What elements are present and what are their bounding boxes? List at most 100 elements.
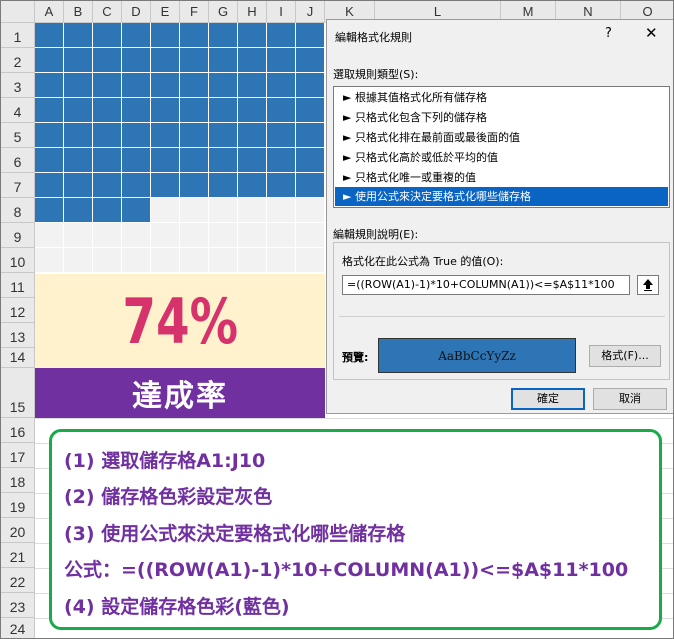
- waffle-cell-filled[interactable]: [238, 48, 267, 73]
- waffle-cell-empty[interactable]: [180, 248, 209, 273]
- waffle-cell-filled[interactable]: [122, 23, 151, 48]
- rule-type-item[interactable]: ► 只格式化唯一或重複的值: [335, 168, 668, 187]
- waffle-cell-empty[interactable]: [93, 223, 122, 248]
- waffle-cell-filled[interactable]: [180, 73, 209, 98]
- waffle-cell-filled[interactable]: [296, 98, 325, 123]
- waffle-cell-empty[interactable]: [209, 223, 238, 248]
- waffle-cell-filled[interactable]: [267, 23, 296, 48]
- waffle-cell-filled[interactable]: [122, 73, 151, 98]
- row-header-4[interactable]: 4: [1, 98, 35, 123]
- column-header-B[interactable]: B: [64, 1, 93, 23]
- rule-type-item-selected[interactable]: ► 使用公式來決定要格式化哪些儲存格: [335, 187, 668, 206]
- row-header-3[interactable]: 3: [1, 73, 35, 98]
- waffle-cell-filled[interactable]: [296, 173, 325, 198]
- row-header-16[interactable]: 16: [1, 418, 35, 443]
- waffle-cell-filled[interactable]: [238, 98, 267, 123]
- collapse-dialog-button[interactable]: [637, 275, 659, 295]
- waffle-cell-filled[interactable]: [93, 73, 122, 98]
- waffle-cell-empty[interactable]: [93, 248, 122, 273]
- waffle-cell-empty[interactable]: [296, 248, 325, 273]
- column-header-C[interactable]: C: [93, 1, 122, 23]
- waffle-cell-empty[interactable]: [238, 198, 267, 223]
- row-header-12[interactable]: 12: [1, 298, 35, 323]
- waffle-cell-filled[interactable]: [267, 73, 296, 98]
- row-header-7[interactable]: 7: [1, 173, 35, 198]
- waffle-cell-filled[interactable]: [267, 148, 296, 173]
- waffle-cell-filled[interactable]: [35, 73, 64, 98]
- waffle-cell-filled[interactable]: [35, 23, 64, 48]
- cancel-button[interactable]: 取消: [593, 388, 667, 410]
- waffle-cell-filled[interactable]: [209, 123, 238, 148]
- waffle-cell-filled[interactable]: [64, 123, 93, 148]
- waffle-cell-filled[interactable]: [122, 48, 151, 73]
- waffle-cell-filled[interactable]: [267, 173, 296, 198]
- column-header-I[interactable]: I: [267, 1, 296, 23]
- waffle-cell-filled[interactable]: [151, 173, 180, 198]
- waffle-cell-filled[interactable]: [180, 23, 209, 48]
- waffle-cell-filled[interactable]: [151, 148, 180, 173]
- waffle-cell-filled[interactable]: [122, 148, 151, 173]
- waffle-cell-empty[interactable]: [238, 248, 267, 273]
- waffle-cell-filled[interactable]: [151, 23, 180, 48]
- waffle-cell-filled[interactable]: [296, 73, 325, 98]
- waffle-cell-filled[interactable]: [35, 123, 64, 148]
- waffle-cell-filled[interactable]: [238, 23, 267, 48]
- waffle-cell-filled[interactable]: [296, 48, 325, 73]
- waffle-cell-filled[interactable]: [64, 48, 93, 73]
- waffle-cell-filled[interactable]: [267, 48, 296, 73]
- row-header-21[interactable]: 21: [1, 543, 35, 568]
- rule-type-list[interactable]: ► 根據其值格式化所有儲存格 ► 只格式化包含下列的儲存格 ► 只格式化排在最前…: [333, 86, 670, 208]
- row-header-14[interactable]: 14: [1, 348, 35, 368]
- select-all-corner[interactable]: [1, 1, 35, 23]
- waffle-cell-filled[interactable]: [209, 48, 238, 73]
- waffle-cell-filled[interactable]: [35, 98, 64, 123]
- waffle-cell-empty[interactable]: [151, 198, 180, 223]
- row-header-8[interactable]: 8: [1, 198, 35, 223]
- row-header-17[interactable]: 17: [1, 443, 35, 468]
- waffle-cell-filled[interactable]: [296, 23, 325, 48]
- row-header-13[interactable]: 13: [1, 323, 35, 348]
- waffle-cell-empty[interactable]: [35, 223, 64, 248]
- waffle-cell-empty[interactable]: [122, 248, 151, 273]
- waffle-cell-filled[interactable]: [180, 173, 209, 198]
- waffle-cell-filled[interactable]: [180, 98, 209, 123]
- row-header-11[interactable]: 11: [1, 273, 35, 298]
- waffle-cell-empty[interactable]: [296, 198, 325, 223]
- waffle-cell-filled[interactable]: [180, 148, 209, 173]
- waffle-cell-filled[interactable]: [209, 23, 238, 48]
- waffle-cell-empty[interactable]: [122, 223, 151, 248]
- waffle-cell-filled[interactable]: [209, 98, 238, 123]
- waffle-cell-filled[interactable]: [151, 98, 180, 123]
- row-header-9[interactable]: 9: [1, 223, 35, 248]
- percent-cell[interactable]: 74%: [35, 274, 325, 368]
- waffle-cell-empty[interactable]: [180, 223, 209, 248]
- waffle-cell-filled[interactable]: [151, 123, 180, 148]
- row-header-1[interactable]: 1: [1, 23, 35, 48]
- waffle-cell-empty[interactable]: [209, 248, 238, 273]
- achievement-label-cell[interactable]: 達成率: [35, 368, 325, 418]
- help-icon[interactable]: ?: [605, 26, 612, 41]
- column-header-G[interactable]: G: [209, 1, 238, 23]
- waffle-cell-filled[interactable]: [238, 148, 267, 173]
- waffle-cell-empty[interactable]: [35, 248, 64, 273]
- row-header-20[interactable]: 20: [1, 518, 35, 543]
- rule-type-item[interactable]: ► 只格式化高於或低於平均的值: [335, 148, 668, 167]
- waffle-cell-filled[interactable]: [93, 148, 122, 173]
- waffle-cell-filled[interactable]: [180, 48, 209, 73]
- column-header-A[interactable]: A: [35, 1, 64, 23]
- ok-button[interactable]: 確定: [511, 388, 585, 410]
- waffle-cell-empty[interactable]: [151, 248, 180, 273]
- waffle-cell-filled[interactable]: [209, 148, 238, 173]
- waffle-cell-filled[interactable]: [93, 23, 122, 48]
- waffle-cell-filled[interactable]: [209, 173, 238, 198]
- waffle-cell-filled[interactable]: [267, 123, 296, 148]
- rule-type-item[interactable]: ► 根據其值格式化所有儲存格: [335, 88, 668, 107]
- waffle-cell-filled[interactable]: [93, 173, 122, 198]
- waffle-cell-filled[interactable]: [238, 173, 267, 198]
- waffle-cell-filled[interactable]: [209, 73, 238, 98]
- waffle-cell-empty[interactable]: [151, 223, 180, 248]
- rule-type-item[interactable]: ► 只格式化包含下列的儲存格: [335, 108, 668, 127]
- waffle-cell-filled[interactable]: [296, 148, 325, 173]
- row-header-15[interactable]: 15: [1, 368, 35, 418]
- row-header-24[interactable]: 24: [1, 618, 35, 638]
